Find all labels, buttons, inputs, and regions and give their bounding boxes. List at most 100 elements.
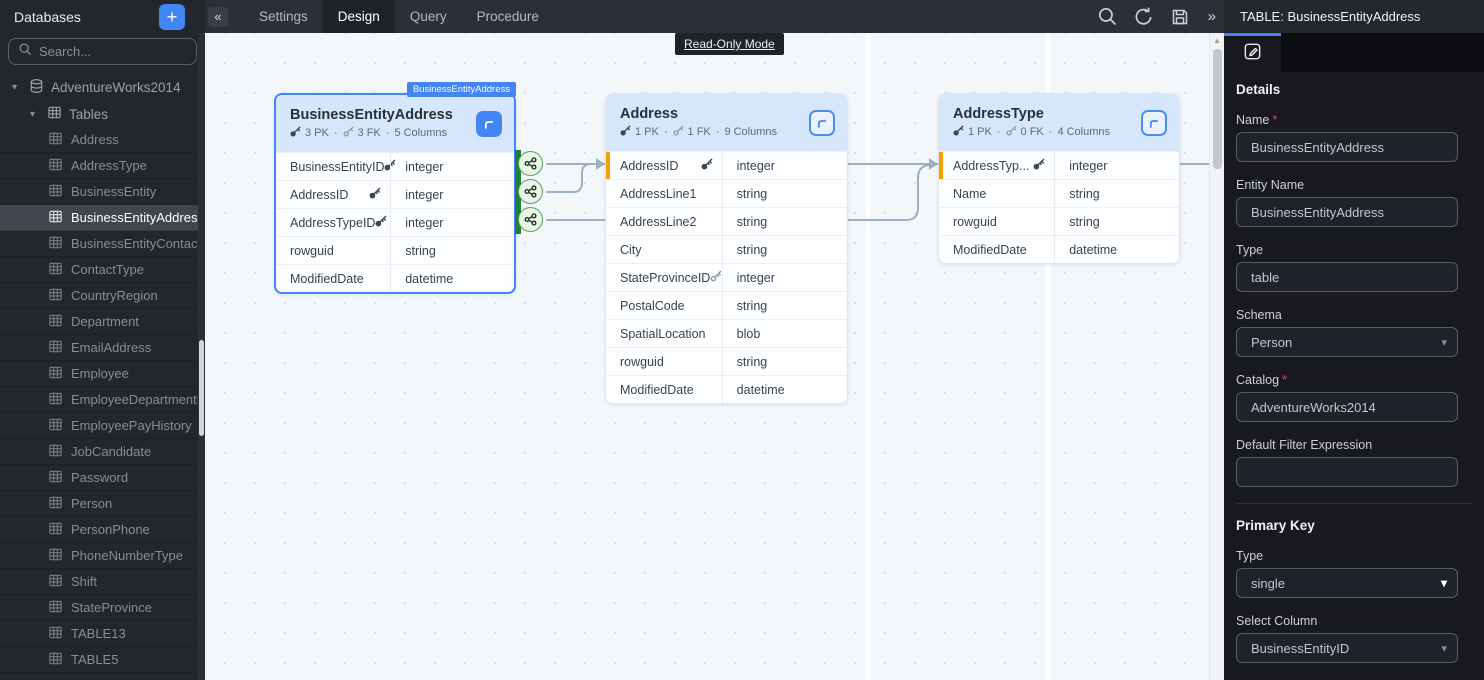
table-row[interactable]: AddressLine2 string xyxy=(606,207,847,235)
sidebar-item-table[interactable]: Person xyxy=(0,491,205,517)
schema-select[interactable]: Person ▾ xyxy=(1236,327,1458,357)
table-row[interactable]: SpatialLocation blob xyxy=(606,319,847,347)
table-icon xyxy=(48,599,63,617)
column-count: 9 Columns xyxy=(724,126,777,138)
canvas-scrollbar-thumb[interactable] xyxy=(1213,49,1222,169)
column-type-cell: datetime xyxy=(390,265,514,292)
tab-settings[interactable]: Settings xyxy=(244,0,323,33)
table-icon xyxy=(48,625,63,643)
sidebar-item-table[interactable]: CountryRegion xyxy=(0,283,205,309)
sidebar-item-table[interactable]: JobCandidate xyxy=(0,439,205,465)
table-icon xyxy=(48,521,63,539)
column-type-cell: string xyxy=(722,348,847,375)
column-name: rowguid xyxy=(953,215,997,229)
relationship-handle-icon[interactable] xyxy=(518,207,543,232)
sidebar-item-table[interactable]: TABLE13 xyxy=(0,621,205,647)
flow-connector-icon[interactable] xyxy=(1141,110,1167,136)
column-name-cell: ModifiedDate xyxy=(606,376,722,403)
sidebar-item-table[interactable]: AddressType xyxy=(0,153,205,179)
sidebar-item-table[interactable]: BusinessEntity xyxy=(0,179,205,205)
node-header[interactable]: BusinessEntityAddress 3 PK · 3 FK · 5 Co… xyxy=(276,95,514,152)
table-row[interactable]: PostalCode string xyxy=(606,291,847,319)
table-row[interactable]: ModifiedDate datetime xyxy=(276,264,514,292)
save-icon[interactable] xyxy=(1168,5,1192,29)
sidebar-item-table[interactable]: PhoneNumberType xyxy=(0,543,205,569)
column-type-cell: integer xyxy=(390,181,514,208)
table-row[interactable]: StateProvinceID integer xyxy=(606,263,847,291)
sidebar-item-table[interactable]: EmployeeDepartmentHisto xyxy=(0,387,205,413)
flow-connector-icon[interactable] xyxy=(476,111,502,137)
table-row[interactable]: AddressTypeID integer xyxy=(276,208,514,236)
table-row[interactable]: Name string xyxy=(939,179,1179,207)
inspector-title: TABLE: BusinessEntityAddress xyxy=(1224,0,1484,33)
flow-connector-icon[interactable] xyxy=(809,110,835,136)
scroll-up-arrow-icon[interactable]: ▲ xyxy=(1210,33,1224,47)
table-row[interactable]: ModifiedDate datetime xyxy=(606,375,847,403)
sidebar-item-table[interactable]: Address xyxy=(0,127,205,153)
tree-item-tables-group[interactable]: ▾ Tables xyxy=(0,101,205,127)
tab-procedure[interactable]: Procedure xyxy=(462,0,554,33)
table-node-address[interactable]: Address 1 PK · 1 FK · 9 Columns xyxy=(605,93,848,404)
node-header[interactable]: AddressType 1 PK · 0 FK · 4 Columns xyxy=(939,94,1179,151)
column-name: ModifiedDate xyxy=(953,243,1027,257)
add-database-button[interactable]: + xyxy=(159,4,185,30)
refresh-icon[interactable] xyxy=(1132,5,1156,29)
sidebar-scrollbar[interactable] xyxy=(198,33,205,680)
table-row[interactable]: BusinessEntityID integer xyxy=(276,152,514,180)
table-node-addresstype[interactable]: AddressType 1 PK · 0 FK · 4 Columns xyxy=(938,93,1180,264)
table-row[interactable]: City string xyxy=(606,235,847,263)
chevron-down-icon[interactable]: ▾ xyxy=(12,82,22,93)
expand-panel-button[interactable]: » xyxy=(1208,8,1216,25)
table-row[interactable]: rowguid string xyxy=(939,207,1179,235)
table-name-label: EmailAddress xyxy=(71,340,151,355)
column-name-cell: AddressTypeID xyxy=(276,209,390,236)
table-row[interactable]: ModifiedDate datetime xyxy=(939,235,1179,263)
canvas-scrollbar[interactable]: ▲ xyxy=(1209,33,1224,680)
collapse-sidebar-button[interactable]: « xyxy=(208,7,228,27)
primary-key-column-select[interactable]: BusinessEntityID ▾ xyxy=(1236,633,1458,663)
table-row[interactable]: AddressTyp... integer xyxy=(939,151,1179,179)
chevron-down-icon[interactable]: ▾ xyxy=(30,109,40,120)
tab-design[interactable]: Design xyxy=(323,0,395,33)
tree-item-database[interactable]: ▾ AdventureWorks2014 xyxy=(0,73,205,101)
sidebar-item-table[interactable]: BusinessEntityAddress xyxy=(0,205,205,231)
sidebar-item-table[interactable]: ContactType xyxy=(0,257,205,283)
entity-name-field[interactable]: BusinessEntityAddress xyxy=(1236,197,1458,227)
column-name: ModifiedDate xyxy=(620,383,694,397)
table-row[interactable]: AddressLine1 string xyxy=(606,179,847,207)
tab-query[interactable]: Query xyxy=(395,0,462,33)
sidebar-item-table[interactable]: Employee xyxy=(0,361,205,387)
sidebar-item-table[interactable]: Department xyxy=(0,309,205,335)
node-header[interactable]: Address 1 PK · 1 FK · 9 Columns xyxy=(606,94,847,151)
sidebar-item-table[interactable]: EmployeePayHistory xyxy=(0,413,205,439)
table-icon xyxy=(48,469,63,487)
tab-edit[interactable] xyxy=(1224,33,1281,72)
sidebar-scrollbar-thumb[interactable] xyxy=(199,340,204,436)
sidebar-item-table[interactable]: TABLE5 xyxy=(0,647,205,673)
relationship-handle-icon[interactable] xyxy=(518,179,543,204)
node-meta: 1 PK · 1 FK · 9 Columns xyxy=(620,125,809,139)
catalog-field[interactable]: AdventureWorks2014 xyxy=(1236,392,1458,422)
foreign-key-icon xyxy=(343,126,354,140)
primary-key-type-select[interactable]: single ▾ xyxy=(1236,568,1458,598)
sidebar-item-table[interactable]: Shift xyxy=(0,569,205,595)
table-row[interactable]: rowguid string xyxy=(606,347,847,375)
sidebar-item-table[interactable]: PersonPhone xyxy=(0,517,205,543)
table-row[interactable]: AddressID integer xyxy=(606,151,847,179)
key-icon xyxy=(701,158,713,173)
sidebar-item-table[interactable]: Password xyxy=(0,465,205,491)
sidebar-item-table[interactable]: StateProvince xyxy=(0,595,205,621)
er-diagram-canvas[interactable]: Read-Only Mode BusinessEntityAddress Bus… xyxy=(205,33,1224,680)
sidebar-item-table[interactable]: EmailAddress xyxy=(0,335,205,361)
name-field[interactable]: BusinessEntityAddress xyxy=(1236,132,1458,162)
default-filter-expression-field[interactable] xyxy=(1236,457,1458,487)
table-node-businessentityaddress[interactable]: BusinessEntityAddress BusinessEntityAddr… xyxy=(274,93,516,294)
table-row[interactable]: rowguid string xyxy=(276,236,514,264)
search-input[interactable]: Search... xyxy=(8,38,197,65)
sidebar-item-table[interactable]: BusinessEntityContact xyxy=(0,231,205,257)
type-field[interactable]: table xyxy=(1236,262,1458,292)
table-row[interactable]: AddressID integer xyxy=(276,180,514,208)
relationship-handle-icon[interactable] xyxy=(518,151,543,176)
search-icon[interactable] xyxy=(1096,5,1120,29)
table-name-label: TABLE13 xyxy=(71,626,126,641)
